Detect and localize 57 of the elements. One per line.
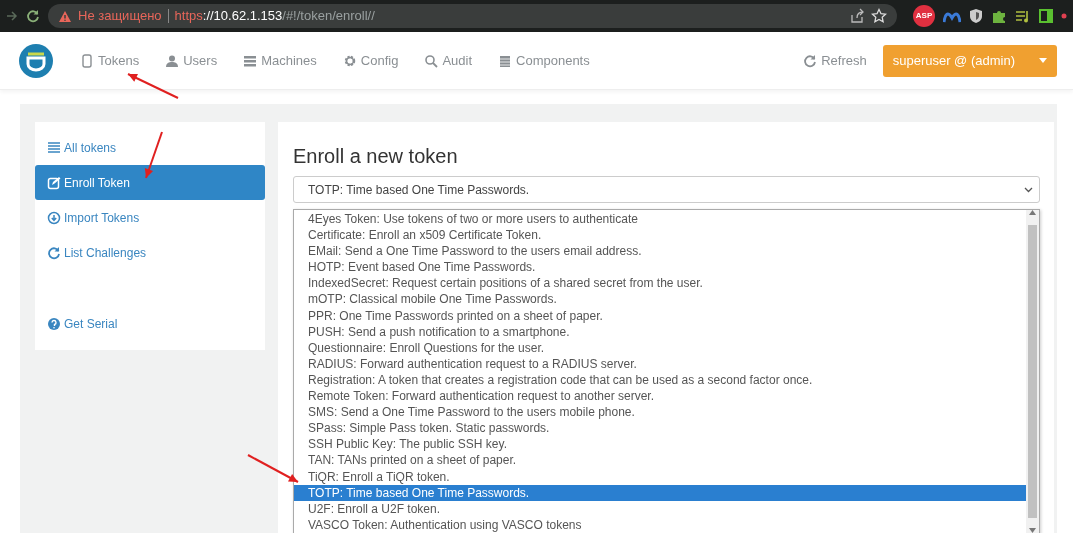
warning-icon <box>58 9 72 23</box>
reload-icon[interactable] <box>26 9 40 23</box>
sidebar-item[interactable]: Get Serial <box>35 306 265 342</box>
address-bar[interactable]: Не защищено https://10.62.1.153/#!/token/enroll// <box>48 4 897 28</box>
server-icon <box>243 53 258 68</box>
dropdown-option[interactable]: SSH Public Key: The public SSH key. <box>294 436 1026 453</box>
sidebar-icon[interactable] <box>1039 9 1053 23</box>
dropdown-option[interactable]: Remote Token: Forward authentication request to another server. <box>294 388 1026 405</box>
refresh-icon <box>803 53 818 68</box>
chevron-down-icon <box>1024 186 1033 193</box>
gear-icon <box>342 53 357 68</box>
help-icon <box>47 317 61 332</box>
dropdown-option[interactable]: VASCO Token: Authentication using VASCO tokens <box>294 516 1026 533</box>
playlist-icon[interactable] <box>1015 9 1031 23</box>
share-icon[interactable] <box>849 8 865 24</box>
back-icon[interactable] <box>6 10 18 22</box>
list-icon <box>47 140 61 155</box>
token-type-select[interactable]: TOTP: Time based One Time Passwords. <box>293 176 1040 203</box>
dropdown-option[interactable]: SMS: Send a One Time Password to the users mobile phone. <box>294 404 1026 421</box>
dropdown-option[interactable]: Questionnaire: Enroll Questions for the user. <box>294 339 1026 356</box>
dropdown-option[interactable]: RADIUS: Forward authentication request to a RADIUS server. <box>294 355 1026 372</box>
dropdown-option[interactable]: IndexedSecret: Request certain positions of a shared secret from the user. <box>294 275 1026 292</box>
sidebar-item[interactable]: Enroll Token <box>35 165 265 201</box>
edit-icon <box>47 175 61 190</box>
star-icon[interactable] <box>871 8 887 24</box>
dropdown-option[interactable]: mOTP: Classical mobile One Time Passwords. <box>294 291 1026 308</box>
refresh-icon <box>47 246 61 261</box>
puzzle-icon[interactable] <box>991 8 1007 24</box>
url-text: https://10.62.1.153/#!/token/enroll// <box>174 7 375 26</box>
calendar-icon <box>498 53 512 68</box>
dropdown-option[interactable]: Registration: A token that creates a registration code that can be used as a second factor once. <box>294 371 1026 389</box>
logo-icon[interactable] <box>18 42 54 79</box>
phone-icon <box>80 53 94 68</box>
caret-icon <box>1039 58 1047 63</box>
dropdown-option[interactable]: TOTP: Time based One Time Passwords. <box>294 484 1026 501</box>
scroll-down-icon[interactable] <box>1029 528 1036 533</box>
security-label: Не защищено <box>78 7 162 26</box>
sidebar-item[interactable]: Import Tokens <box>35 200 265 236</box>
scrollbar[interactable] <box>1026 210 1039 533</box>
dropdown-option[interactable]: PUSH: Send a push notification to a smartphone. <box>294 323 1026 340</box>
extension-badge[interactable]: ASP <box>913 5 935 27</box>
search-icon <box>424 53 439 68</box>
dropdown-option[interactable]: SPass: Simple Pass token. Static passwords. <box>294 420 1026 437</box>
dropdown-option[interactable]: 4Eyes Token: Use tokens of two or more users to authenticate <box>294 211 1026 228</box>
sidebar-item[interactable]: All tokens <box>35 130 265 166</box>
dropdown-option[interactable]: TAN: TANs printed on a sheet of paper. <box>294 452 1026 469</box>
user-icon <box>165 53 180 68</box>
dropdown-option[interactable]: Certificate: Enroll an x509 Certificate Token. <box>294 227 1026 244</box>
dropdown-option[interactable]: PPR: One Time Passwords printed on a sheet of paper. <box>294 307 1026 324</box>
scroll-up-icon[interactable] <box>1029 210 1036 215</box>
page-title: Enroll a new token <box>293 144 459 168</box>
dropdown-option[interactable]: EMail: Send a One Time Password to the users email address. <box>294 243 1026 260</box>
dropdown-option[interactable]: TiQR: Enroll a TiQR token. <box>294 468 1026 485</box>
shield-icon[interactable] <box>969 8 983 24</box>
sidebar-item[interactable]: List Challenges <box>35 235 265 271</box>
dropdown-option[interactable]: U2F: Enroll a U2F token. <box>294 500 1026 517</box>
dropdown-option[interactable]: HOTP: Event based One Time Passwords. <box>294 259 1026 276</box>
